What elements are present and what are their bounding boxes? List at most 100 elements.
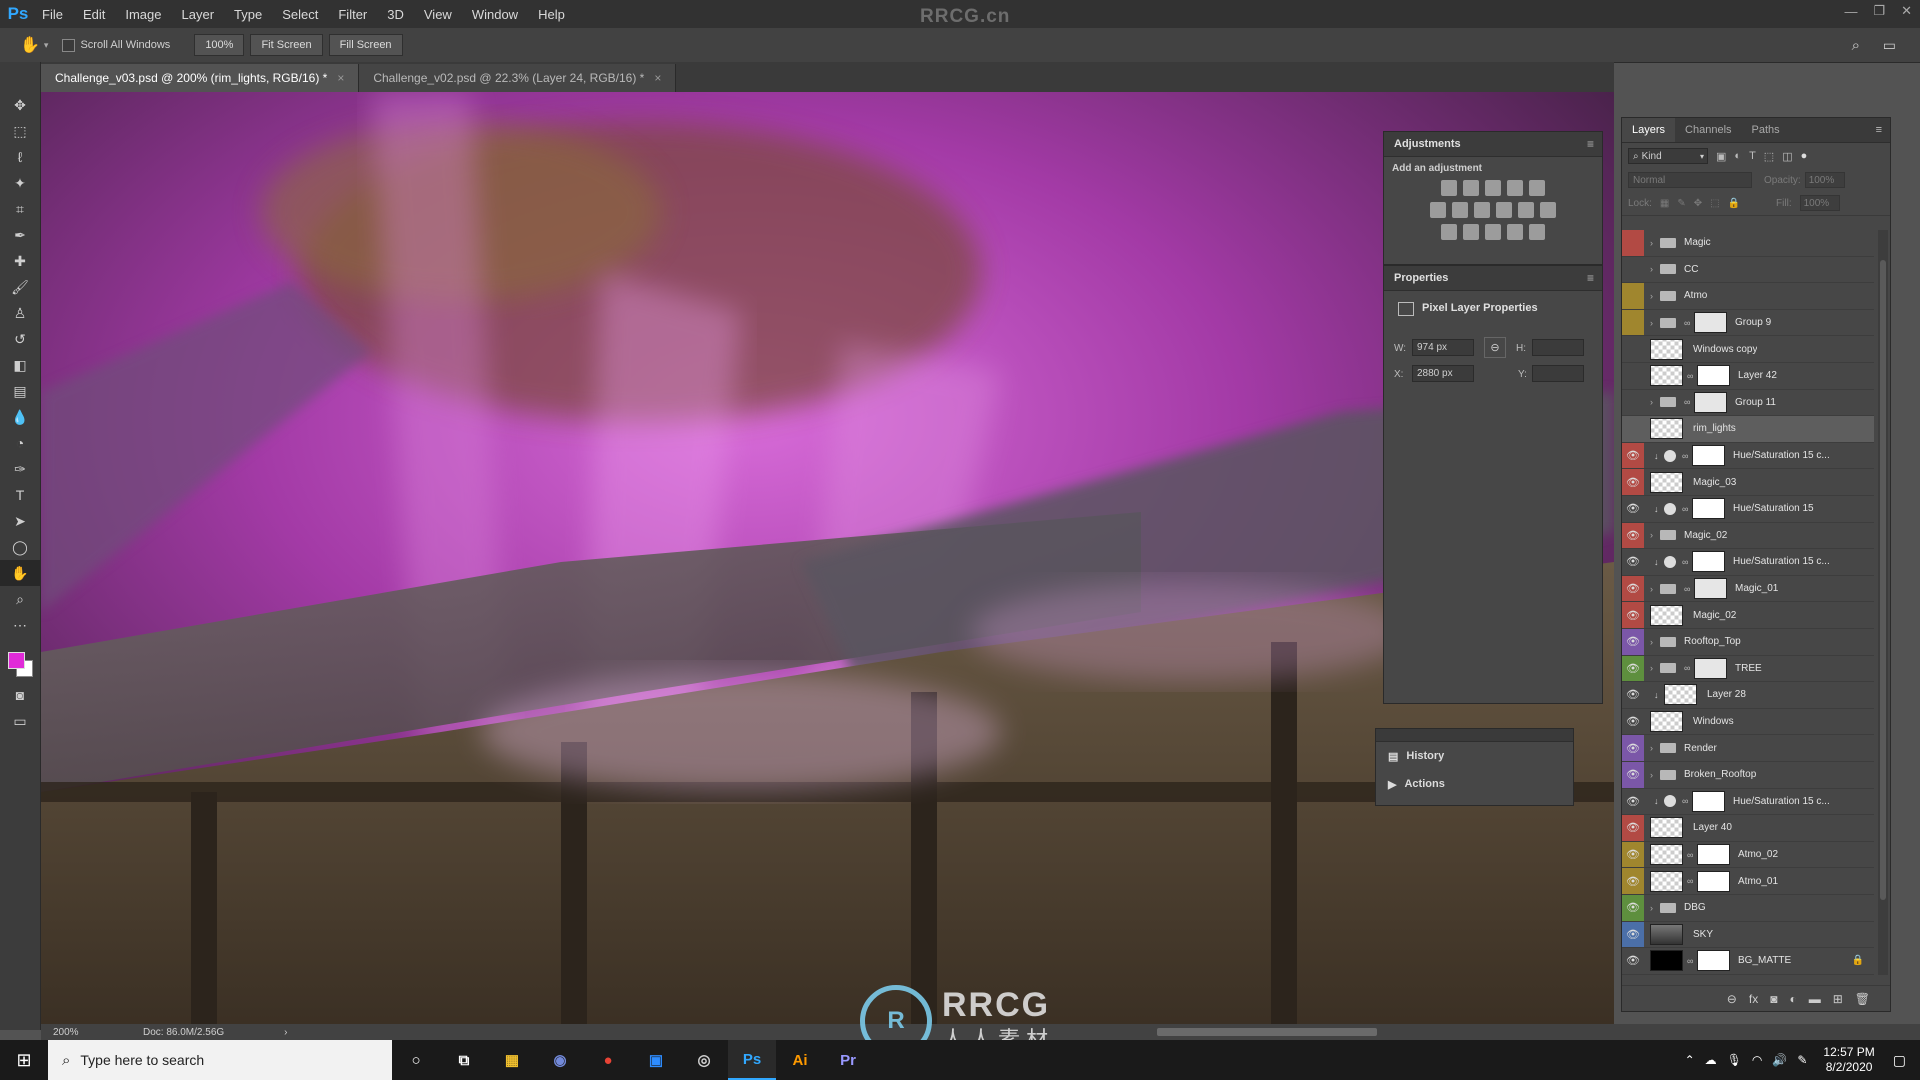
foreground-color-swatch[interactable] <box>8 652 25 669</box>
layer-row[interactable]: 👁 ↓ ∞ Hue/Saturation 15 c... <box>1622 549 1874 576</box>
link-icon[interactable]: ∞ <box>1684 318 1690 328</box>
link-icon[interactable]: ∞ <box>1687 876 1693 886</box>
search-icon[interactable]: ⌕ <box>1852 37 1860 54</box>
eraser-tool-icon[interactable]: ◧ <box>0 352 40 378</box>
layer-thumbnail[interactable] <box>1664 684 1697 706</box>
lock-artboard-icon[interactable]: ⬚ <box>1710 198 1719 209</box>
layer-row[interactable]: › Magic <box>1622 230 1874 257</box>
fill-screen-button[interactable]: Fill Screen <box>328 34 403 56</box>
chevron-right-icon[interactable]: › <box>284 1027 287 1038</box>
link-icon[interactable]: ∞ <box>1684 584 1690 594</box>
layer-name[interactable]: Atmo <box>1684 290 1707 301</box>
color-balance-icon[interactable] <box>1452 202 1468 218</box>
link-icon[interactable]: ∞ <box>1684 397 1690 407</box>
document-canvas[interactable] <box>41 92 1614 1024</box>
invert-icon[interactable] <box>1441 224 1457 240</box>
restore-icon[interactable]: ❐ <box>1873 3 1885 19</box>
filter-pixel-icon[interactable]: ▣ <box>1716 150 1726 163</box>
marquee-tool-icon[interactable]: ⬚ <box>0 118 40 144</box>
layer-name[interactable]: Hue/Saturation 15 <box>1733 503 1814 514</box>
layer-name[interactable]: BG_MATTE <box>1738 955 1791 966</box>
layer-name[interactable]: Atmo_02 <box>1738 849 1778 860</box>
width-field[interactable]: 974 px <box>1412 339 1474 356</box>
close-icon[interactable]: ✕ <box>1901 3 1912 19</box>
volume-icon[interactable]: 🔊 <box>1772 1053 1787 1067</box>
layer-name[interactable]: Magic_02 <box>1684 530 1727 541</box>
scrollbar-thumb[interactable] <box>1880 260 1886 900</box>
fill-field[interactable]: 100% <box>1799 195 1840 211</box>
layer-name[interactable]: rim_lights <box>1693 423 1736 434</box>
curves-icon[interactable] <box>1485 180 1501 196</box>
levels-icon[interactable] <box>1463 180 1479 196</box>
posterize-icon[interactable] <box>1463 224 1479 240</box>
layer-mask-thumbnail[interactable] <box>1697 365 1730 387</box>
layer-thumbnail[interactable] <box>1650 950 1683 972</box>
visibility-toggle[interactable] <box>1622 309 1644 336</box>
horizontal-scrollbar-thumb[interactable] <box>1157 1028 1377 1036</box>
panel-drag-bar[interactable] <box>1376 729 1573 742</box>
workspace-icon[interactable]: ▭ <box>1883 37 1896 54</box>
panel-menu-icon[interactable]: ≡ <box>1587 137 1594 151</box>
chevron-right-icon[interactable]: › <box>1650 530 1660 540</box>
height-field[interactable] <box>1532 339 1584 356</box>
crop-tool-icon[interactable]: ⌗ <box>0 196 40 222</box>
eye-icon[interactable]: 👁 <box>1622 496 1644 522</box>
layer-thumbnail[interactable] <box>1650 817 1683 839</box>
lasso-tool-icon[interactable]: ℓ <box>0 144 40 170</box>
layer-row[interactable]: › Atmo <box>1622 283 1874 310</box>
lock-position-icon[interactable]: ✥ <box>1694 198 1702 209</box>
x-field[interactable]: 2880 px <box>1412 365 1474 382</box>
layer-name[interactable]: SKY <box>1693 929 1713 940</box>
chevron-right-icon[interactable]: › <box>1650 397 1660 407</box>
zoom-level[interactable]: 200% <box>53 1027 123 1038</box>
threshold-icon[interactable] <box>1485 224 1501 240</box>
menu-3d[interactable]: 3D <box>377 7 414 22</box>
eye-icon[interactable]: 👁 <box>1622 735 1644 761</box>
hue-saturation-icon[interactable] <box>1664 502 1676 515</box>
link-icon[interactable]: ∞ <box>1687 371 1693 381</box>
layer-thumbnail[interactable] <box>1650 471 1683 493</box>
lock-pixels-icon[interactable]: ✎ <box>1677 198 1685 209</box>
eye-icon[interactable]: 👁 <box>1622 815 1644 841</box>
gradient-tool-icon[interactable]: ▤ <box>0 378 40 404</box>
close-tab-icon[interactable]: × <box>337 71 344 85</box>
visibility-toggle[interactable] <box>1622 257 1644 283</box>
eye-icon[interactable]: 👁 <box>1622 841 1644 868</box>
layer-thumbnail[interactable] <box>1650 870 1683 892</box>
chevron-right-icon[interactable]: › <box>1650 238 1660 248</box>
layer-thumbnail[interactable] <box>1650 711 1683 733</box>
blur-tool-icon[interactable]: 💧 <box>0 404 40 430</box>
scroll-all-windows-checkbox[interactable] <box>62 38 76 52</box>
tab-challenge-v03[interactable]: Challenge_v03.psd @ 200% (rim_lights, RG… <box>41 64 360 92</box>
exposure-icon[interactable] <box>1507 180 1523 196</box>
layer-mask-thumbnail[interactable] <box>1694 391 1727 413</box>
layer-row[interactable]: 👁 › Broken_Rooftop <box>1622 762 1874 789</box>
layer-name[interactable]: Magic_02 <box>1693 610 1736 621</box>
new-group-icon[interactable]: ▬ <box>1809 992 1821 1006</box>
path-selection-tool-icon[interactable]: ➤ <box>0 508 40 534</box>
layer-thumbnail[interactable] <box>1650 365 1683 387</box>
chevron-right-icon[interactable]: › <box>1650 743 1660 753</box>
layer-row[interactable]: 👁 Layer 40 <box>1622 815 1874 842</box>
filter-adjustment-icon[interactable]: ◐ <box>1734 150 1741 162</box>
hand-tool-icon[interactable]: ✋ <box>20 35 40 55</box>
visibility-toggle[interactable] <box>1622 416 1644 442</box>
taskbar-app-icon[interactable]: ▦ <box>488 1040 536 1080</box>
menu-file[interactable]: File <box>32 7 73 22</box>
layer-thumbnail[interactable] <box>1650 844 1683 866</box>
minimize-icon[interactable]: — <box>1844 4 1857 19</box>
taskbar-search-box[interactable]: ⌕ Type here to search <box>48 1040 392 1080</box>
windows-start-icon[interactable]: ⊞ <box>0 1040 48 1080</box>
photo-filter-icon[interactable] <box>1496 202 1512 218</box>
layer-name[interactable]: CC <box>1684 264 1698 275</box>
eye-icon[interactable]: 👁 <box>1622 549 1644 575</box>
hue-saturation-icon[interactable] <box>1664 555 1676 568</box>
gradient-map-icon[interactable] <box>1529 224 1545 240</box>
pen-tool-icon[interactable]: ✑ <box>0 456 40 482</box>
screen-mode-icon[interactable]: ▭ <box>0 708 40 734</box>
taskbar-app-icon[interactable]: ⧉ <box>440 1040 488 1080</box>
chevron-right-icon[interactable]: › <box>1650 318 1660 328</box>
layer-name[interactable]: Magic_03 <box>1693 477 1736 488</box>
channel-mixer-icon[interactable] <box>1518 202 1534 218</box>
taskbar-clock[interactable]: 12:57 PM 8/2/2020 <box>1811 1045 1886 1075</box>
